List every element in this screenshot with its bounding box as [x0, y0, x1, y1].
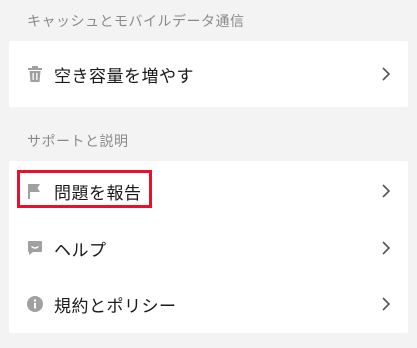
info-icon: [26, 295, 44, 313]
help-label: ヘルプ: [54, 240, 107, 261]
chevron-right-icon: [382, 184, 391, 198]
section-header-cache: キャッシュとモバイルデータ通信: [27, 14, 245, 30]
terms-policies-label: 規約とポリシー: [54, 296, 177, 317]
flag-icon: [26, 182, 44, 200]
trash-icon: [26, 65, 44, 83]
section-header-support: サポートと説明: [27, 134, 129, 150]
report-problem-label: 問題を報告: [54, 183, 142, 204]
help-item[interactable]: ヘルプ: [9, 221, 408, 275]
terms-policies-item[interactable]: 規約とポリシー: [9, 275, 408, 333]
report-problem-item[interactable]: 問題を報告: [9, 161, 408, 221]
free-up-space-label: 空き容量を増やす: [54, 66, 194, 87]
free-up-space-item[interactable]: 空き容量を増やす: [9, 41, 408, 107]
chevron-right-icon: [382, 67, 391, 81]
chevron-right-icon: [382, 241, 391, 255]
chevron-right-icon: [382, 297, 391, 311]
settings-group-cache: 空き容量を増やす: [9, 41, 408, 107]
settings-group-support: 問題を報告 ヘルプ 規約とポリシー: [9, 161, 408, 333]
chat-bubble-icon: [26, 239, 44, 257]
